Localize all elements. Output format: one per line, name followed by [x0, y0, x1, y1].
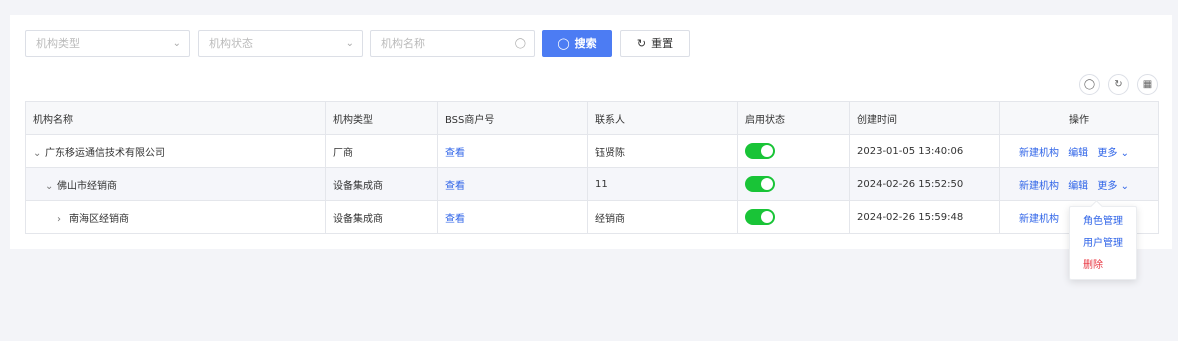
- org-name: 南海区经销商: [69, 213, 129, 225]
- toggle-search-icon[interactable]: ◯: [1079, 74, 1100, 95]
- col-header-bss: BSS商户号: [437, 101, 588, 135]
- enable-toggle[interactable]: [745, 143, 775, 159]
- col-header-created: 创建时间: [849, 101, 1000, 135]
- contact: 11: [587, 167, 738, 201]
- edit-link[interactable]: 编辑: [1068, 148, 1088, 159]
- chevron-right-icon[interactable]: ›: [57, 214, 69, 225]
- more-dropdown[interactable]: 更多 ⌄: [1097, 148, 1129, 159]
- bss-view-link[interactable]: 查看: [445, 181, 465, 192]
- org-name-input[interactable]: 机构名称 ◯: [370, 30, 535, 57]
- org-name: 佛山市经销商: [57, 180, 117, 192]
- menu-item-delete[interactable]: 删除: [1070, 255, 1136, 277]
- bss-view-link[interactable]: 查看: [445, 148, 465, 159]
- search-icon: ◯: [557, 37, 570, 50]
- contact: 钰贤陈: [587, 134, 738, 168]
- col-header-contact: 联系人: [587, 101, 738, 135]
- org-name: 广东移运通信技术有限公司: [45, 147, 165, 159]
- refresh-icon: ↻: [636, 37, 647, 50]
- columns-grid-icon[interactable]: ▦: [1137, 74, 1158, 95]
- org-type-placeholder: 机构类型: [36, 37, 80, 50]
- contact: 经销商: [587, 200, 738, 234]
- enable-toggle[interactable]: [745, 176, 775, 192]
- menu-item-role-management[interactable]: 角色管理: [1070, 211, 1136, 233]
- create-org-link[interactable]: 新建机构: [1019, 214, 1059, 225]
- chevron-down-icon[interactable]: ⌄: [45, 181, 57, 192]
- enable-toggle[interactable]: [745, 209, 775, 225]
- org-name-placeholder: 机构名称: [381, 37, 425, 50]
- table-row: ⌄ 广东移运通信技术有限公司 厂商 查看 钰贤陈 2023-01-05 13:40…: [25, 134, 1159, 168]
- chevron-down-icon[interactable]: ⌄: [33, 148, 45, 159]
- reset-button[interactable]: ↻ 重置: [620, 30, 690, 57]
- org-status-select[interactable]: 机构状态 ⌄: [198, 30, 363, 57]
- edit-link[interactable]: 编辑: [1068, 181, 1088, 192]
- org-name-cell: ⌄ 佛山市经销商: [25, 167, 326, 201]
- create-org-link[interactable]: 新建机构: [1019, 148, 1059, 159]
- created-time: 2024-02-26 15:52:50: [849, 167, 1000, 201]
- org-name-cell: › 南海区经销商: [25, 200, 326, 234]
- org-table: 机构名称 机构类型 BSS商户号 联系人 启用状态 创建时间 操作 ⌄ 广东移运通…: [25, 101, 1159, 234]
- col-header-actions: 操作: [999, 101, 1159, 135]
- create-org-link[interactable]: 新建机构: [1019, 181, 1059, 192]
- col-header-status: 启用状态: [737, 101, 850, 135]
- search-button[interactable]: ◯ 搜索: [542, 30, 612, 57]
- menu-item-user-management[interactable]: 用户管理: [1070, 233, 1136, 255]
- reset-button-label: 重置: [651, 37, 674, 50]
- org-type-select[interactable]: 机构类型 ⌄: [25, 30, 190, 57]
- more-dropdown[interactable]: 更多 ⌄: [1097, 181, 1129, 192]
- org-name-cell: ⌄ 广东移运通信技术有限公司: [25, 134, 326, 168]
- more-menu: 角色管理 用户管理 删除: [1069, 206, 1137, 280]
- chevron-down-icon: ⌄: [172, 38, 181, 49]
- table-row: › 南海区经销商 设备集成商 查看 经销商 2024-02-26 15:59:48…: [25, 200, 1159, 234]
- org-type: 设备集成商: [325, 167, 438, 201]
- org-type: 设备集成商: [325, 200, 438, 234]
- table-header-row: 机构名称 机构类型 BSS商户号 联系人 启用状态 创建时间 操作: [25, 101, 1159, 135]
- created-time: 2023-01-05 13:40:06: [849, 134, 1000, 168]
- search-button-label: 搜索: [574, 37, 597, 50]
- col-header-name: 机构名称: [25, 101, 326, 135]
- chevron-down-icon: ⌄: [1120, 147, 1129, 159]
- chevron-down-icon: ⌄: [345, 38, 354, 49]
- created-time: 2024-02-26 15:59:48: [849, 200, 1000, 234]
- refresh-icon[interactable]: ↻: [1108, 74, 1129, 95]
- more-label: 更多: [1097, 180, 1118, 192]
- more-label: 更多: [1097, 147, 1118, 159]
- col-header-type: 机构类型: [325, 101, 438, 135]
- table-row: ⌄ 佛山市经销商 设备集成商 查看 11 2024-02-26 15:52:50 …: [25, 167, 1159, 201]
- org-status-placeholder: 机构状态: [209, 37, 253, 50]
- bss-view-link[interactable]: 查看: [445, 214, 465, 225]
- chevron-down-icon: ⌄: [1120, 180, 1129, 192]
- search-icon: ◯: [514, 38, 526, 49]
- org-type: 厂商: [325, 134, 438, 168]
